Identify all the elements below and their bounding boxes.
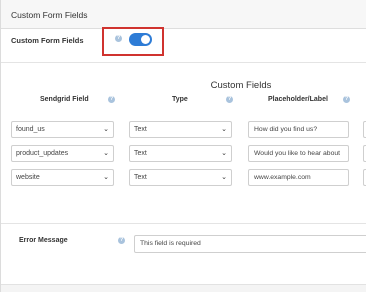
column-header-type: Type (172, 96, 188, 103)
select-value: Text (134, 126, 147, 133)
column-header-placeholder: Placeholder/Label (268, 96, 328, 103)
chevron-down-icon: ⌄ (103, 150, 109, 157)
placeholder-input[interactable]: How did you find us? (248, 121, 349, 138)
placeholder-input[interactable]: Would you like to hear about (248, 145, 349, 162)
divider (1, 223, 366, 224)
custom-form-fields-toggle[interactable] (129, 33, 152, 46)
chevron-down-icon: ⌄ (221, 126, 227, 133)
sendgrid-field-select[interactable]: product_updates ⌄ (11, 145, 114, 162)
panel-header: Custom Form Fields (1, 0, 366, 29)
error-message-label: Error Message (19, 237, 68, 244)
error-message-input[interactable]: This field is required (134, 235, 366, 253)
chevron-down-icon: ⌄ (103, 126, 109, 133)
custom-form-fields-label: Custom Form Fields (11, 36, 84, 45)
type-select[interactable]: Text ⌄ (129, 169, 232, 186)
question-circle-icon[interactable]: ? (118, 237, 125, 244)
select-value: website (16, 174, 40, 181)
panel-title: Custom Form Fields (11, 10, 88, 20)
chevron-down-icon: ⌄ (103, 174, 109, 181)
question-circle-icon[interactable]: ? (108, 96, 115, 103)
sendgrid-field-select[interactable]: found_us ⌄ (11, 121, 114, 138)
select-value: Text (134, 174, 147, 181)
question-circle-icon[interactable]: ? (226, 96, 233, 103)
chevron-down-icon: ⌄ (221, 174, 227, 181)
column-header-sendgrid-field: Sendgrid Field (40, 96, 89, 103)
sendgrid-field-select[interactable]: website ⌄ (11, 169, 114, 186)
select-value: found_us (16, 126, 45, 133)
type-select[interactable]: Text ⌄ (129, 145, 232, 162)
custom-form-fields-panel: Custom Form Fields Custom Form Fields ? … (0, 0, 366, 292)
chevron-down-icon: ⌄ (221, 150, 227, 157)
select-value: Text (134, 150, 147, 157)
toggle-knob (141, 35, 150, 44)
type-select[interactable]: Text ⌄ (129, 121, 232, 138)
question-circle-icon[interactable]: ? (343, 96, 350, 103)
panel-footer (1, 284, 366, 292)
divider (1, 62, 366, 63)
placeholder-input[interactable]: www.example.com (248, 169, 349, 186)
select-value: product_updates (16, 150, 69, 157)
section-title: Custom Fields (210, 80, 272, 91)
